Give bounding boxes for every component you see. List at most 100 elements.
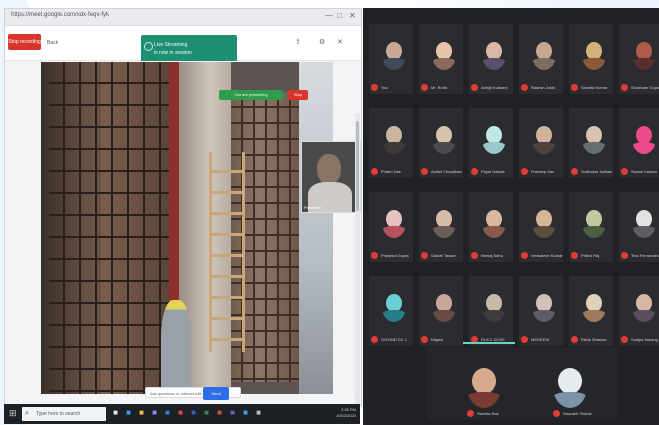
- participant-name: GOVIND DC 1: [381, 337, 408, 342]
- video-ladder: [209, 152, 245, 352]
- app-teams-icon[interactable]: ■: [227, 407, 238, 419]
- participant-name: Swami Kadam: [631, 169, 657, 174]
- participant-tile[interactable]: Pradeep Sav: [519, 108, 563, 178]
- participant-name: You: [381, 85, 388, 90]
- participant-tile[interactable]: Rakesh Joshi: [519, 24, 563, 94]
- minimize-button[interactable]: —: [325, 11, 333, 21]
- taskbar-search-box[interactable]: ⌕ Type here to search: [22, 407, 106, 421]
- participant-avatar: [382, 124, 406, 154]
- participant-tile[interactable]: Shweta Kumar: [569, 24, 613, 94]
- participant-avatar: [532, 124, 556, 154]
- app-word-icon[interactable]: ■: [188, 407, 199, 419]
- participant-tile[interactable]: Prithvi Raj: [569, 192, 613, 262]
- title-bar: https://meet.google.com/xdx-feqv-fyk — □…: [5, 9, 361, 26]
- self-view-label: Presenter: [304, 205, 322, 210]
- self-view-face: [317, 154, 341, 184]
- presentation-area: You are presenting Stop Presenter: [5, 61, 361, 405]
- info-icon: [144, 42, 153, 51]
- participant-tile[interactable]: You: [369, 24, 413, 94]
- taskbar-apps: ■ ■ ■ ■ ■ ■ ■ ■ ■ ■ ■ ■: [110, 407, 264, 421]
- toast-line-1: Live Streaming: [154, 42, 188, 48]
- video-worker: [161, 300, 191, 394]
- participant-tile[interactable]: Pritam Das: [369, 108, 413, 178]
- avatar-body: [432, 58, 456, 70]
- participant-tile[interactable]: Aniket Chaudhari: [419, 108, 463, 178]
- video-building-background: [299, 62, 333, 394]
- participant-avatar: [582, 124, 606, 154]
- maximize-button[interactable]: □: [337, 11, 342, 21]
- send-button[interactable]: Send: [203, 387, 229, 400]
- mic-muted-icon: [521, 168, 528, 175]
- stop-presenting-button[interactable]: Stop: [288, 90, 308, 100]
- participant-tile[interactable]: Payal Gawde: [469, 108, 513, 178]
- settings-icon[interactable]: ⚙: [319, 38, 325, 46]
- participant-tile[interactable]: Shubham Gupta: [619, 24, 659, 94]
- self-view-thumbnail[interactable]: Presenter: [301, 141, 361, 213]
- avatar-body: [467, 392, 501, 408]
- participant-avatar: [632, 208, 656, 238]
- participant-tile[interactable]: Saurabh Shinde: [513, 348, 617, 420]
- avatar-body: [532, 226, 556, 238]
- participant-tile[interactable]: Nilgani: [419, 276, 463, 346]
- windows-start-icon[interactable]: ⊞: [9, 408, 19, 419]
- mic-muted-icon: [371, 168, 378, 175]
- scrollbar-thumb[interactable]: [356, 121, 359, 211]
- app-folder-icon[interactable]: ■: [136, 407, 147, 419]
- participant-tile[interactable]: Venkatesh Kumar: [519, 192, 563, 262]
- participant-name: Rakesh Joshi: [531, 85, 556, 90]
- participant-name: Abhijit Kulkarni: [481, 85, 508, 90]
- participant-avatar: [467, 366, 501, 408]
- app-powerpoint-icon[interactable]: ■: [214, 407, 225, 419]
- browser-window: https://meet.google.com/xdx-feqv-fyk — □…: [4, 8, 362, 406]
- participant-avatar: [432, 124, 456, 154]
- participant-avatar: [532, 40, 556, 70]
- app-file-icon[interactable]: ■: [110, 407, 121, 419]
- participant-tile[interactable]: Tina Fernandes: [619, 192, 659, 262]
- participant-name: Sakshi Tawari: [431, 253, 456, 258]
- participant-tile[interactable]: Sudhakar Jadhav: [569, 108, 613, 178]
- app-settings-icon[interactable]: ■: [253, 407, 264, 419]
- participant-tile[interactable]: Swami Kadam: [619, 108, 659, 178]
- avatar-body: [532, 310, 556, 322]
- participant-avatar: [632, 292, 656, 322]
- stop-recording-button[interactable]: Stop recording: [8, 34, 41, 50]
- avatar-body: [582, 310, 606, 322]
- avatar-body: [532, 142, 556, 154]
- app-excel-icon[interactable]: ■: [201, 407, 212, 419]
- participant-avatar: [382, 40, 406, 70]
- participant-tile[interactable]: Ritvik Shankar: [569, 276, 613, 346]
- participant-name: Saurabh Shinde: [563, 411, 592, 416]
- content-scrollbar[interactable]: [355, 113, 360, 405]
- meet-toolbar: Stop recording Back Live Streaming is no…: [5, 26, 361, 67]
- participant-tile[interactable]: RUCC DCEE: [469, 276, 513, 346]
- app-edge-icon[interactable]: ■: [123, 407, 134, 419]
- participant-name: Prithvi Raj: [581, 253, 600, 258]
- app-photos-icon[interactable]: ■: [240, 407, 251, 419]
- participant-avatar: [532, 208, 556, 238]
- avatar-body: [582, 226, 606, 238]
- back-link[interactable]: Back: [47, 40, 58, 46]
- avatar-body: [482, 142, 506, 154]
- participant-tile[interactable]: Abhijit Kulkarni: [469, 24, 513, 94]
- avatar-body: [632, 226, 656, 238]
- participant-avatar: [382, 208, 406, 238]
- participant-tile[interactable]: Neelaj Sahu: [469, 192, 513, 262]
- avatar-body: [432, 310, 456, 322]
- close-icon[interactable]: ✕: [337, 38, 343, 46]
- participant-tile[interactable]: MEHDEW: [519, 276, 563, 346]
- app-store-icon[interactable]: ■: [149, 407, 160, 419]
- participant-tile[interactable]: Sudipa Narang: [619, 276, 659, 346]
- close-window-button[interactable]: ✕: [349, 11, 356, 21]
- app-mail-icon[interactable]: ■: [162, 407, 173, 419]
- app-chrome-icon[interactable]: ■: [175, 407, 186, 419]
- participant-name: Sudhakar Jadhav: [581, 169, 613, 174]
- participant-tile[interactable]: Mr. Rohit: [419, 24, 463, 94]
- system-tray[interactable]: 2:35 PM 10/02/2020: [336, 407, 356, 419]
- mic-muted-icon: [521, 252, 528, 259]
- participant-tile[interactable]: Priyanka Gupta: [369, 192, 413, 262]
- avatar-body: [582, 58, 606, 70]
- participant-tile[interactable]: Sakshi Tawari: [419, 192, 463, 262]
- share-icon[interactable]: ⇪: [295, 38, 301, 46]
- avatar-body: [382, 58, 406, 70]
- participant-tile[interactable]: GOVIND DC 1: [369, 276, 413, 346]
